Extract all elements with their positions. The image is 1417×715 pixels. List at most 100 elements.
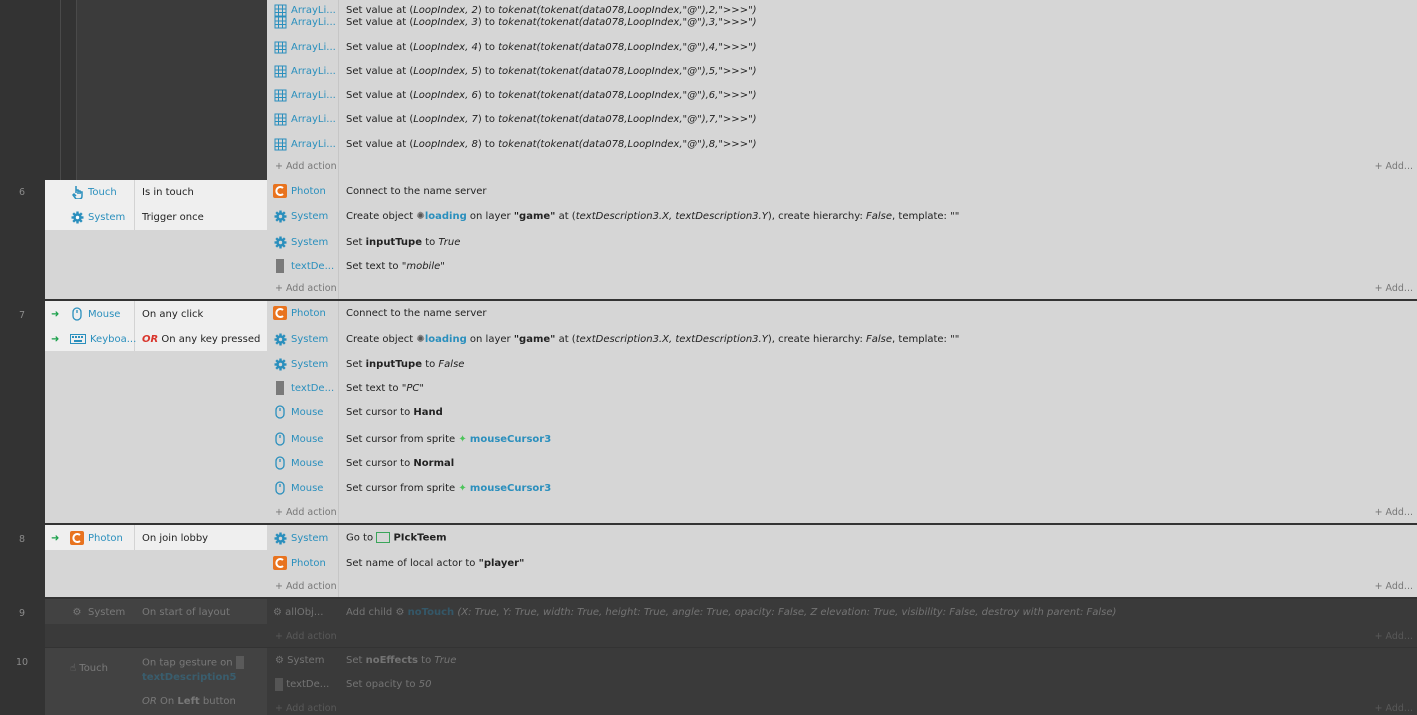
- action-row[interactable]: textDe... Set opacity to 50: [267, 672, 1417, 696]
- condition-row[interactable]: ⚙ System On start of layout ⚙ allObj... A…: [45, 600, 1417, 624]
- trigger-arrow-icon: ➜: [51, 532, 60, 544]
- actions-column: Photon Connect to the name server System…: [267, 180, 1417, 299]
- action-row[interactable]: ArrayLi... Set value at (LoopIndex, 3) t…: [267, 10, 1417, 34]
- action-row[interactable]: Mouse Set cursor to Hand: [267, 400, 1417, 424]
- photon-icon: [70, 531, 84, 545]
- photon-icon: [273, 556, 287, 570]
- action-row[interactable]: Photon Set name of local actor to "playe…: [267, 551, 1417, 575]
- add-action-link[interactable]: + Add action: [275, 703, 337, 714]
- conditions-column: ➜ Mouse On any click ➜ Keyboa... OR On a…: [45, 301, 267, 523]
- mouse-icon: [273, 405, 287, 419]
- actions-column: ArrayLi... Set value at (LoopIndex, 2) t…: [267, 0, 1417, 180]
- array-icon: [273, 64, 287, 78]
- add-more-link[interactable]: + Add...: [1375, 283, 1413, 294]
- action-row[interactable]: System Go to PIckTeem: [267, 526, 1417, 550]
- array-icon: [273, 15, 287, 29]
- photon-icon: [273, 184, 287, 198]
- sprite-icon: ✦: [458, 482, 467, 494]
- condition-row[interactable]: On tap gesture on textDescription5: [142, 656, 244, 685]
- mouse-icon: [273, 456, 287, 470]
- add-more-link[interactable]: + Add...: [1375, 161, 1413, 172]
- add-more-link[interactable]: + Add...: [1375, 507, 1413, 518]
- add-more-link[interactable]: + Add...: [1375, 631, 1413, 642]
- condition-row[interactable]: Touch Is in touch: [45, 180, 267, 204]
- array-icon: [273, 112, 287, 126]
- gear-icon: ⚙: [72, 606, 82, 618]
- condition-row[interactable]: ➜ Mouse On any click: [45, 302, 267, 326]
- sub-event-block: ArrayLi... Set value at (LoopIndex, 2) t…: [77, 0, 1417, 180]
- add-action-link[interactable]: + Add action: [275, 631, 337, 642]
- text-object-icon: [235, 656, 244, 669]
- action-row[interactable]: Mouse Set cursor from sprite ✦ mouseCurs…: [267, 427, 1417, 451]
- add-action-link[interactable]: + Add action: [275, 581, 337, 592]
- actions-column: ⚙ System Set noEffects to True textDe...…: [267, 648, 1417, 715]
- array-icon: [273, 88, 287, 102]
- trigger-arrow-icon: ➜: [51, 308, 60, 320]
- action-row[interactable]: ArrayLi... Set value at (LoopIndex, 7) t…: [267, 107, 1417, 131]
- array-icon: [273, 40, 287, 54]
- action-row[interactable]: System Set inputTupe to True: [267, 230, 1417, 254]
- mouse-icon: [70, 307, 84, 321]
- action-row[interactable]: Mouse Set cursor from sprite ✦ mouseCurs…: [267, 476, 1417, 500]
- condition-row[interactable]: ☝ Touch: [70, 663, 108, 674]
- add-action-link[interactable]: + Add action: [275, 283, 337, 294]
- gear-icon: [273, 235, 287, 249]
- event-7: ➜ Mouse On any click ➜ Keyboa... OR On a…: [45, 301, 1417, 523]
- keyboard-icon: [70, 332, 86, 346]
- condition-row[interactable]: ➜ Keyboa... OR On any key pressed: [45, 327, 267, 351]
- conditions-column: ☝ Touch On tap gesture on textDescriptio…: [45, 648, 267, 715]
- add-more-link[interactable]: + Add...: [1375, 581, 1413, 592]
- condition-row[interactable]: OR On Left button: [142, 696, 236, 707]
- text-object-icon: [273, 259, 287, 273]
- gear-icon: [273, 531, 287, 545]
- layout-icon: [376, 532, 391, 544]
- gear-icon: [273, 332, 287, 346]
- event-number: 7: [18, 310, 26, 321]
- sprite-icon: ✦: [458, 433, 467, 445]
- event-number: 6: [18, 187, 26, 198]
- actions-column: Photon Connect to the name server System…: [267, 301, 1417, 523]
- touch-icon: [70, 185, 84, 199]
- action-row[interactable]: Photon Connect to the name server: [267, 179, 1417, 203]
- action-row[interactable]: System Create object ✺loading on layer "…: [267, 204, 1417, 228]
- mouse-icon: [273, 432, 287, 446]
- action-row[interactable]: ArrayLi... Set value at (LoopIndex, 4) t…: [267, 35, 1417, 59]
- action-row[interactable]: ArrayLi... Set value at (LoopIndex, 5) t…: [267, 59, 1417, 83]
- touch-icon: ☝: [70, 663, 77, 674]
- text-object-icon: [275, 677, 283, 691]
- spinner-icon: ✺: [416, 333, 425, 345]
- action-row[interactable]: textDe... Set text to "mobile": [267, 254, 1417, 278]
- trigger-arrow-icon: ➜: [51, 333, 60, 345]
- add-more-link[interactable]: + Add...: [1375, 703, 1413, 714]
- family-icon: ⚙: [273, 606, 282, 618]
- gear-icon: ⚙: [275, 654, 284, 666]
- action-row[interactable]: System Create object ✺loading on layer "…: [267, 327, 1417, 351]
- action-row[interactable]: ⚙ System Set noEffects to True: [267, 648, 1417, 672]
- condition-row[interactable]: ➜ Photon On join lobby: [45, 526, 267, 550]
- mouse-icon: [273, 481, 287, 495]
- child-icon: ⚙: [395, 606, 405, 618]
- conditions-column: ➜ Photon On join lobby: [45, 525, 267, 597]
- action-row[interactable]: ArrayLi... Set value at (LoopIndex, 6) t…: [267, 83, 1417, 107]
- photon-icon: [273, 306, 287, 320]
- gear-icon: [70, 210, 84, 224]
- gear-icon: [273, 357, 287, 371]
- event-number: 8: [18, 534, 26, 545]
- event-number: 9: [18, 608, 26, 619]
- action-row[interactable]: Photon Connect to the name server: [267, 301, 1417, 325]
- condition-row[interactable]: System Trigger once: [45, 205, 267, 229]
- add-action-link[interactable]: + Add action: [275, 161, 337, 172]
- event-number: 10: [15, 657, 29, 668]
- indent-guide: [60, 0, 61, 180]
- array-icon: [273, 137, 287, 151]
- conditions-column: Touch Is in touch System Trigger once: [45, 180, 267, 299]
- event-8: ➜ Photon On join lobby System Go to PIck…: [45, 525, 1417, 597]
- spinner-icon: ✺: [416, 210, 425, 222]
- action-row[interactable]: Mouse Set cursor to Normal: [267, 451, 1417, 475]
- action-row[interactable]: System Set inputTupe to False: [267, 352, 1417, 376]
- text-object-icon: [273, 381, 287, 395]
- event-6: Touch Is in touch System Trigger once Ph…: [45, 180, 1417, 299]
- action-row[interactable]: textDe... Set text to "PC": [267, 376, 1417, 400]
- add-action-link[interactable]: + Add action: [275, 507, 337, 518]
- action-row[interactable]: ArrayLi... Set value at (LoopIndex, 8) t…: [267, 132, 1417, 156]
